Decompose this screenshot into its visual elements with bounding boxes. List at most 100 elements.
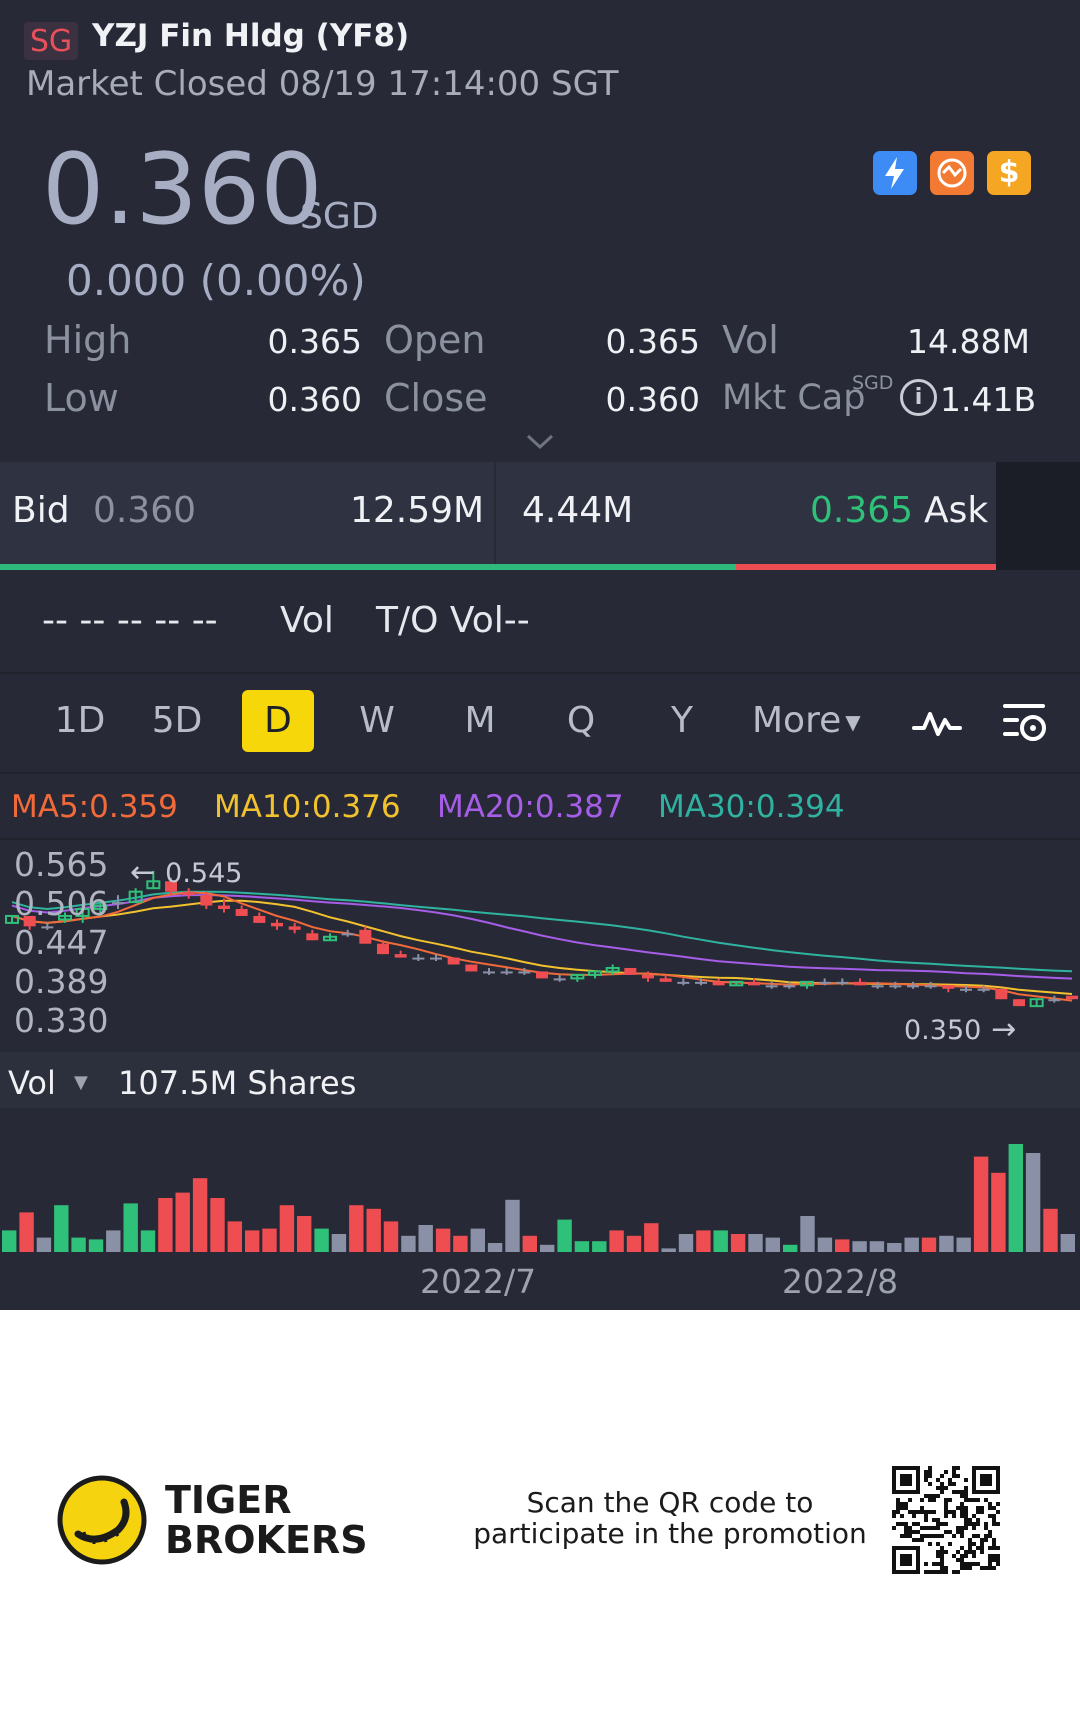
low-marker-value: 0.350 xyxy=(904,1015,982,1046)
ask-label: Ask xyxy=(924,490,989,531)
tab-5d[interactable]: 5D xyxy=(145,690,209,752)
qr-module xyxy=(992,1506,996,1510)
volume-bar xyxy=(505,1199,520,1252)
qr-module xyxy=(904,1534,908,1538)
qr-module xyxy=(984,1534,988,1538)
qr-module xyxy=(972,1542,976,1546)
qr-module xyxy=(968,1546,972,1550)
qr-module xyxy=(964,1562,968,1566)
divider xyxy=(0,772,1080,774)
qr-module xyxy=(984,1498,988,1502)
bid-ratio-bar xyxy=(0,564,736,570)
qr-module xyxy=(932,1526,936,1530)
qr-module xyxy=(952,1490,956,1494)
volume-bar xyxy=(730,1234,746,1252)
tab-d[interactable]: D xyxy=(242,690,314,752)
candle-body xyxy=(500,971,513,974)
qr-module xyxy=(940,1550,944,1554)
volume-bar xyxy=(644,1223,659,1252)
qr-module xyxy=(968,1562,972,1566)
tab-y[interactable]: Y xyxy=(650,690,714,752)
volume-bar xyxy=(1060,1234,1075,1252)
qr-module xyxy=(968,1542,972,1546)
qr-module xyxy=(928,1466,932,1470)
qr-module xyxy=(980,1546,984,1550)
volume-bar xyxy=(262,1228,277,1252)
info-icon[interactable]: i xyxy=(900,379,937,416)
tab-w[interactable]: W xyxy=(345,690,409,752)
qr-module xyxy=(988,1502,992,1506)
candle-body xyxy=(412,957,425,960)
brand-name-line2: BROKERS xyxy=(165,1518,368,1562)
volume-bar xyxy=(227,1221,242,1252)
price-change: 0.000 (0.00%) xyxy=(66,256,366,305)
close-value: 0.360 xyxy=(605,380,700,419)
volume-bar xyxy=(349,1205,364,1252)
indicator-icon[interactable] xyxy=(912,706,962,744)
volume-bar xyxy=(1043,1208,1058,1252)
ma5-label: MA5:0.359 xyxy=(11,789,178,825)
tab-q[interactable]: Q xyxy=(549,690,613,752)
qr-module xyxy=(984,1522,988,1526)
candle-body xyxy=(854,981,866,986)
candle-body xyxy=(1066,995,1078,1000)
volume-bar xyxy=(765,1237,780,1252)
qr-module xyxy=(960,1558,964,1562)
qr-module xyxy=(920,1506,924,1510)
qr-module xyxy=(988,1546,992,1550)
qr-module xyxy=(912,1522,916,1526)
qr-module xyxy=(928,1470,932,1474)
volume-bar xyxy=(852,1241,867,1252)
qr-module xyxy=(916,1510,920,1514)
candle-body xyxy=(695,981,707,984)
tab-m[interactable]: M xyxy=(448,690,512,752)
mktcap-label: Mkt Cap xyxy=(722,378,866,418)
qr-module xyxy=(932,1570,936,1574)
qr-module xyxy=(976,1510,980,1514)
chevron-down-icon[interactable] xyxy=(525,432,555,456)
qr-module xyxy=(972,1534,976,1538)
qr-module xyxy=(980,1506,984,1510)
volume-bar xyxy=(401,1235,416,1252)
qr-module xyxy=(920,1498,924,1502)
qr-module xyxy=(956,1530,960,1534)
qr-module xyxy=(936,1550,940,1554)
low-marker: 0.350 → xyxy=(904,1012,1016,1047)
bid-label: Bid xyxy=(12,490,70,531)
dollar-icon[interactable]: $ xyxy=(987,151,1031,195)
candle-body xyxy=(447,957,460,965)
qr-module xyxy=(920,1534,924,1538)
volume-bar xyxy=(140,1230,156,1252)
qr-module xyxy=(924,1570,928,1574)
qr-module xyxy=(960,1506,964,1510)
volume-bar xyxy=(245,1230,260,1252)
lightning-icon[interactable] xyxy=(873,151,917,195)
qr-module xyxy=(960,1534,964,1538)
tab-more[interactable]: More ▼ xyxy=(752,690,861,752)
qr-module xyxy=(908,1498,912,1502)
qr-module xyxy=(976,1506,980,1510)
qr-module xyxy=(992,1546,996,1550)
volume-chart[interactable] xyxy=(0,1115,1080,1255)
candle-body xyxy=(818,981,831,984)
qr-module xyxy=(988,1562,992,1566)
caret-down-icon[interactable]: ▼ xyxy=(74,1072,88,1093)
arrow-left-icon: ← xyxy=(130,855,156,890)
qr-module xyxy=(992,1566,996,1570)
chart-settings-icon[interactable] xyxy=(1003,700,1051,750)
qr-module xyxy=(968,1522,972,1526)
candle-body xyxy=(1048,999,1061,1002)
qr-module xyxy=(964,1478,968,1482)
qr-code[interactable] xyxy=(892,1466,1000,1574)
qr-module xyxy=(976,1534,980,1538)
tab-1d[interactable]: 1D xyxy=(48,690,112,752)
qr-module xyxy=(956,1474,960,1478)
market-status: Market Closed 08/19 17:14:00 SGT xyxy=(26,64,619,104)
volume-bar xyxy=(453,1235,468,1252)
qr-module xyxy=(928,1482,932,1486)
candle-body xyxy=(659,978,672,982)
candle-body xyxy=(112,902,124,905)
exchange-icon[interactable] xyxy=(930,151,974,195)
qr-module xyxy=(960,1490,964,1494)
qr-module xyxy=(956,1558,960,1562)
